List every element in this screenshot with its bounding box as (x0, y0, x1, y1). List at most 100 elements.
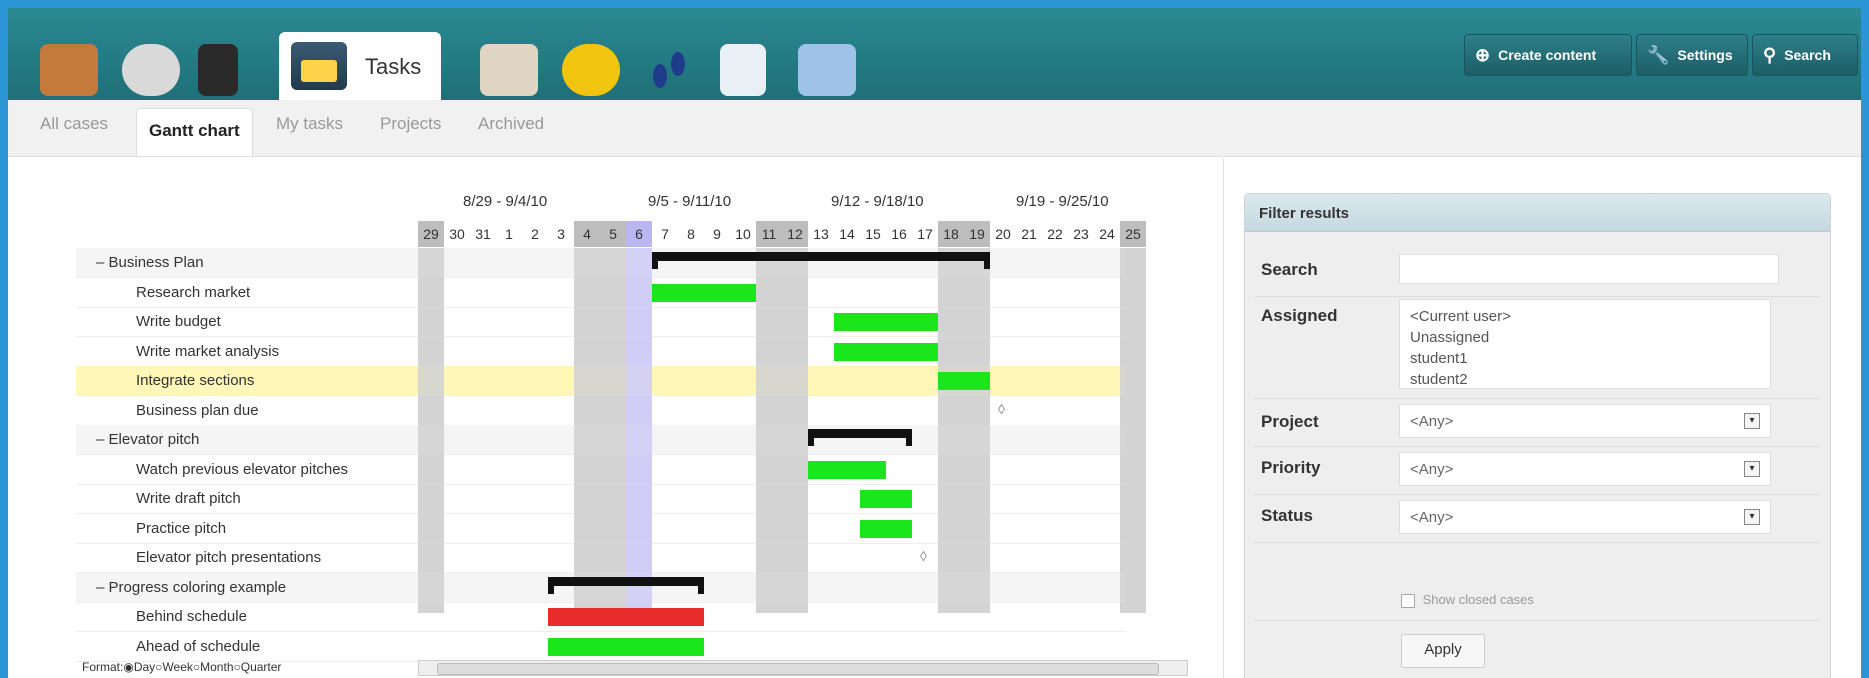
day-header: 12 (782, 221, 808, 247)
tasks-tab-label: Tasks (365, 54, 422, 79)
window-icon[interactable] (798, 44, 856, 96)
corkboard-icon[interactable] (40, 44, 98, 96)
summary-bar[interactable] (652, 252, 990, 269)
day-header: 13 (813, 226, 829, 242)
tab-gantt-chart[interactable]: Gantt chart (136, 108, 253, 156)
assigned-option[interactable]: student2 (1410, 369, 1760, 390)
filter-title: Filter results (1245, 194, 1830, 232)
gantt-chart: 8/29 - 9/4/10 9/5 - 9/11/10 9/12 - 9/18/10… (8, 158, 1208, 678)
footsteps-icon[interactable] (640, 44, 698, 96)
chevron-down-icon: ▾ (1744, 509, 1760, 525)
tab-tasks[interactable]: Tasks (279, 32, 441, 100)
format-radio[interactable]: ◉Day (123, 660, 155, 674)
divider (1255, 296, 1820, 297)
apply-button[interactable]: Apply (1401, 634, 1485, 668)
day-column-shade (600, 248, 626, 613)
summary-bar[interactable] (548, 576, 704, 594)
format-radio[interactable]: ○Week (155, 660, 193, 674)
task-bar[interactable] (860, 490, 912, 508)
project-label: Project (1261, 412, 1319, 431)
week-label: 9/12 - 9/18/10 (831, 193, 924, 210)
row-label: Elevator pitch presentations (136, 549, 322, 566)
tab-archived[interactable]: Archived (478, 114, 544, 134)
task-bar[interactable] (834, 342, 938, 361)
search-button[interactable]: ⚲ Search (1752, 34, 1858, 76)
task-bar-ahead[interactable] (548, 637, 704, 656)
tab-projects[interactable]: Projects (380, 114, 441, 134)
milestone-diamond-icon[interactable]: ◊ (998, 401, 1005, 417)
day-header: 11 (756, 221, 782, 247)
week-label: 9/19 - 9/25/10 (1016, 193, 1109, 210)
scrollbar-thumb[interactable] (437, 663, 1159, 675)
day-header: 31 (475, 226, 491, 242)
row-label: Write market analysis (136, 342, 280, 360)
search-label: Search (1784, 47, 1831, 63)
assigned-label: Assigned (1261, 306, 1338, 325)
day-header: 30 (449, 226, 465, 242)
day-header: 14 (839, 226, 855, 242)
search-input[interactable] (1399, 254, 1779, 284)
format-label: Format: (82, 660, 124, 674)
day-header: 18 (938, 221, 964, 247)
day-column-shade (1120, 248, 1146, 613)
day-header: 4 (574, 221, 600, 247)
priority-select[interactable]: <Any> ▾ (1399, 452, 1771, 486)
chevron-down-icon: ▾ (1744, 461, 1760, 477)
format-radio-group: Format:◉Day○Week○Month○Quarter (82, 660, 281, 674)
day-header: 21 (1021, 226, 1037, 242)
day-header: 17 (917, 226, 933, 242)
row-label: – Progress coloring example (96, 578, 287, 596)
assigned-option[interactable]: Unassigned (1410, 327, 1760, 348)
chevron-down-icon: ▾ (1744, 413, 1760, 429)
assigned-listbox[interactable]: <Current user> Unassigned student1 stude… (1399, 299, 1771, 389)
row-label: Ahead of schedule (136, 637, 261, 655)
task-bar[interactable] (938, 372, 990, 390)
row-label: Watch previous elevator pitches (136, 460, 349, 478)
row-label: Business plan due (136, 401, 259, 419)
create-content-button[interactable]: ⊕ Create content (1464, 34, 1632, 76)
radio-icon: ◉ (123, 660, 134, 674)
task-bar-behind[interactable] (548, 608, 704, 626)
row-label: Behind schedule (136, 608, 247, 625)
day-column-shade (938, 248, 964, 613)
task-bar[interactable] (652, 283, 756, 302)
format-radio[interactable]: ○Month (193, 660, 234, 674)
chart-icon[interactable] (720, 44, 766, 96)
assigned-option[interactable]: student1 (1410, 348, 1760, 369)
day-header: 5 (600, 221, 626, 247)
priority-select-value: <Any> (1410, 461, 1454, 478)
milestone-diamond-icon[interactable]: ◊ (920, 548, 927, 564)
day-column-shade (782, 248, 808, 613)
day-column-shade (964, 248, 990, 613)
summary-bar[interactable] (808, 429, 912, 446)
calendar-icon[interactable] (480, 44, 538, 96)
show-closed-label: Show closed cases (1422, 592, 1534, 607)
row-label: Research market (136, 283, 251, 301)
user-icon[interactable] (562, 44, 620, 96)
assigned-option[interactable]: <Current user> (1410, 306, 1760, 327)
task-bar[interactable] (834, 313, 938, 331)
task-bar[interactable] (860, 519, 912, 538)
tab-my-tasks[interactable]: My tasks (276, 114, 343, 134)
settings-button[interactable]: 🔧 Settings (1636, 34, 1748, 76)
format-radio[interactable]: ○Quarter (234, 660, 282, 674)
project-select-value: <Any> (1410, 413, 1454, 430)
task-bar[interactable] (808, 460, 886, 479)
status-label: Status (1261, 506, 1313, 525)
book-icon[interactable] (198, 44, 238, 96)
status-select[interactable]: <Any> ▾ (1399, 500, 1771, 534)
tab-all-cases[interactable]: All cases (40, 114, 108, 134)
notes-icon[interactable] (122, 44, 180, 96)
checkbox-icon (1401, 593, 1415, 608)
row-label: – Business Plan (96, 254, 204, 271)
row-label: Write budget (136, 313, 221, 330)
format-option-label: Week (162, 660, 193, 674)
day-header: 24 (1099, 226, 1115, 242)
project-select[interactable]: <Any> ▾ (1399, 404, 1771, 438)
show-closed-checkbox[interactable]: Show closed cases (1401, 592, 1534, 608)
horizontal-scrollbar[interactable] (418, 660, 1188, 676)
radio-icon: ○ (233, 660, 241, 674)
day-header: 3 (557, 226, 565, 242)
top-bar: Tasks ⊕ Create content 🔧 Settings ⚲ Sear… (8, 8, 1861, 100)
day-header: 9 (713, 226, 721, 242)
